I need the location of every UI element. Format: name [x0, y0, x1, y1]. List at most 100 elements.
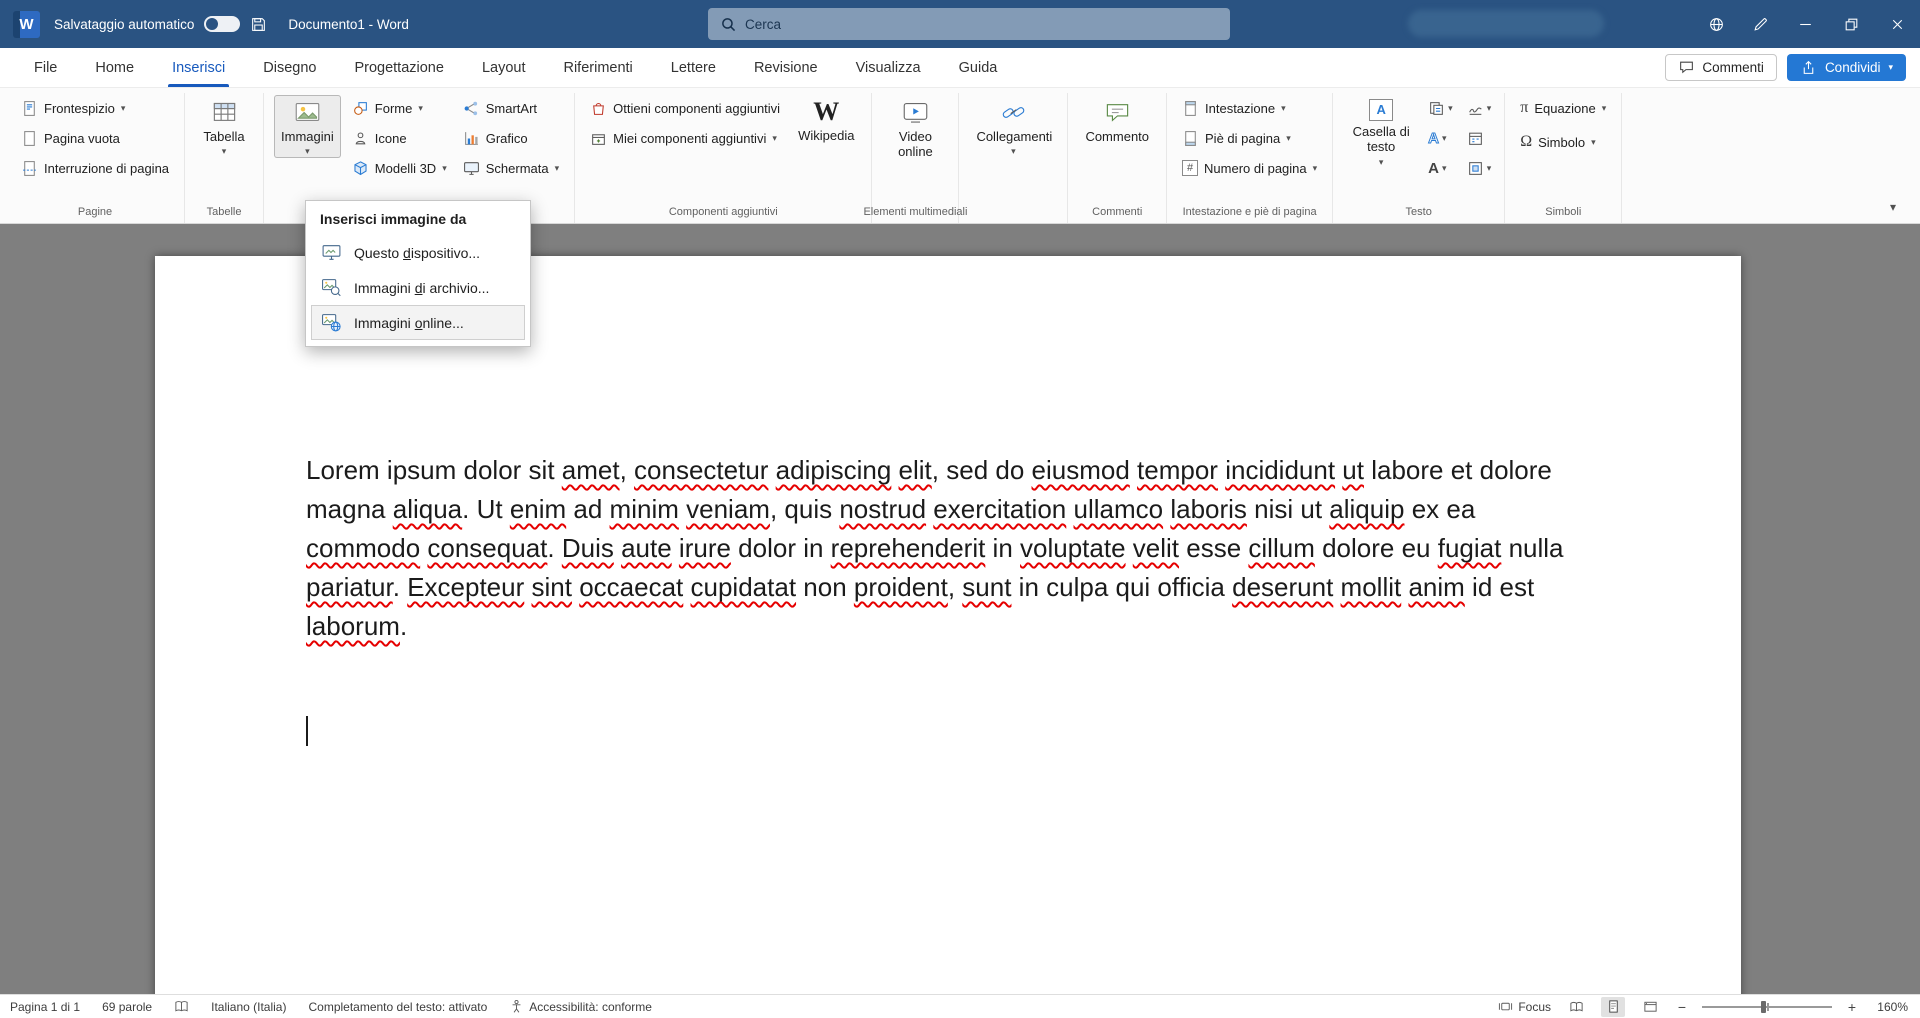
text-run[interactable]: in culpa qui officia	[1011, 572, 1232, 602]
misspelled-word[interactable]: velit	[1133, 533, 1179, 563]
read-mode-button[interactable]	[1564, 997, 1588, 1017]
online-video-button[interactable]: Video online	[882, 95, 948, 162]
tab-disegno[interactable]: Disegno	[261, 48, 318, 87]
text-box-button[interactable]: A Casella di testo ▾	[1343, 95, 1419, 169]
misspelled-word[interactable]: enim	[510, 494, 566, 524]
text-run[interactable]	[891, 455, 898, 485]
text-run[interactable]: , quis	[770, 494, 839, 524]
text-run[interactable]: non	[796, 572, 854, 602]
table-button[interactable]: Tabella ▾	[195, 95, 253, 158]
equation-button[interactable]: π Equazione ▾	[1515, 95, 1611, 121]
symbol-button[interactable]: Ω Simbolo ▾	[1515, 129, 1611, 155]
links-button[interactable]: Collegamenti ▾	[969, 95, 1057, 158]
get-addins-button[interactable]: Ottieni componenti aggiuntivi	[585, 95, 785, 121]
misspelled-word[interactable]: adipiscing	[776, 455, 892, 485]
page-break-button[interactable]: Interruzione di pagina	[16, 155, 174, 181]
misspelled-word[interactable]: Excepteur	[407, 572, 524, 602]
document-page[interactable]: Lorem ipsum dolor sit amet, consectetur …	[155, 256, 1741, 994]
document-paragraph[interactable]: Lorem ipsum dolor sit amet, consectetur …	[306, 451, 1576, 646]
text-run[interactable]: dolore eu	[1315, 533, 1438, 563]
misspelled-word[interactable]: deserunt	[1232, 572, 1333, 602]
shapes-button[interactable]: Forme ▾	[347, 95, 452, 121]
misspelled-word[interactable]: commodo	[306, 533, 420, 563]
header-button[interactable]: Intestazione ▾	[1177, 95, 1322, 121]
object-button[interactable]: ▾	[1464, 155, 1495, 181]
text-run[interactable]	[1066, 494, 1073, 524]
blank-page-button[interactable]: Pagina vuota	[16, 125, 174, 151]
text-run[interactable]	[524, 572, 531, 602]
misspelled-word[interactable]: aute	[621, 533, 672, 563]
menu-item-this-device[interactable]: Questo dispositivo...	[311, 235, 525, 270]
misspelled-word[interactable]: eiusmod	[1032, 455, 1130, 485]
misspelled-word[interactable]: proident	[854, 572, 948, 602]
restore-button[interactable]	[1828, 0, 1874, 48]
text-run[interactable]: ad	[566, 494, 609, 524]
menu-item-online-pictures[interactable]: Immagini online...	[311, 305, 525, 340]
proofing-button[interactable]	[174, 999, 189, 1014]
text-run[interactable]: nisi ut	[1247, 494, 1329, 524]
tab-progettazione[interactable]: Progettazione	[352, 48, 445, 87]
misspelled-word[interactable]: tempor	[1137, 455, 1218, 485]
misspelled-word[interactable]: sunt	[962, 572, 1011, 602]
tab-lettere[interactable]: Lettere	[669, 48, 718, 87]
misspelled-word[interactable]: incididunt	[1225, 455, 1335, 485]
misspelled-word[interactable]: Duis	[562, 533, 614, 563]
word-count[interactable]: 69 parole	[102, 1000, 152, 1014]
my-addins-button[interactable]: Miei componenti aggiuntivi ▾	[585, 125, 785, 151]
autosave-toggle[interactable]	[204, 16, 240, 32]
zoom-knob[interactable]	[1761, 1001, 1766, 1013]
network-button[interactable]	[1694, 0, 1738, 48]
text-run[interactable]: id est	[1465, 572, 1534, 602]
misspelled-word[interactable]: laboris	[1170, 494, 1247, 524]
cover-page-button[interactable]: Frontespizio ▾	[16, 95, 174, 121]
misspelled-word[interactable]: sint	[532, 572, 572, 602]
misspelled-word[interactable]: exercitation	[933, 494, 1066, 524]
misspelled-word[interactable]: anim	[1408, 572, 1464, 602]
text-run[interactable]: ex ea	[1404, 494, 1475, 524]
misspelled-word[interactable]: cupidatat	[691, 572, 797, 602]
minimize-button[interactable]	[1782, 0, 1828, 48]
word-app-icon[interactable]: W	[13, 11, 40, 38]
drop-cap-button[interactable]: A ▾	[1425, 155, 1456, 181]
share-button[interactable]: Condividi ▾	[1787, 54, 1906, 81]
misspelled-word[interactable]: mollit	[1341, 572, 1402, 602]
3d-models-button[interactable]: Modelli 3D ▾	[347, 155, 452, 181]
menu-item-stock-images[interactable]: Immagini di archivio...	[311, 270, 525, 305]
misspelled-word[interactable]: voluptate	[1020, 533, 1126, 563]
language-indicator[interactable]: Italiano (Italia)	[211, 1000, 286, 1014]
misspelled-word[interactable]: veniam	[686, 494, 770, 524]
focus-mode-button[interactable]: Focus	[1498, 999, 1551, 1014]
misspelled-word[interactable]: irure	[679, 533, 731, 563]
text-run[interactable]: ,	[948, 572, 962, 602]
date-time-button[interactable]	[1464, 125, 1495, 151]
tab-file[interactable]: File	[32, 48, 59, 87]
page-indicator[interactable]: Pagina 1 di 1	[10, 1000, 80, 1014]
text-run[interactable]	[672, 533, 679, 563]
text-run[interactable]: ,	[620, 455, 634, 485]
signature-line-button[interactable]: ▾	[1464, 95, 1495, 121]
wikipedia-button[interactable]: W Wikipedia	[791, 95, 861, 145]
accessibility-indicator[interactable]: Accessibilità: conforme	[509, 999, 652, 1014]
text-run[interactable]: .	[400, 611, 407, 641]
tab-visualizza[interactable]: Visualizza	[854, 48, 923, 87]
zoom-level[interactable]: 160%	[1872, 1000, 1908, 1014]
web-layout-button[interactable]	[1638, 997, 1662, 1017]
text-run[interactable]	[1130, 455, 1137, 485]
misspelled-word[interactable]: pariatur	[306, 572, 393, 602]
text-run[interactable]: dolor in	[731, 533, 831, 563]
tab-guida[interactable]: Guida	[957, 48, 1000, 87]
print-layout-button[interactable]	[1601, 997, 1625, 1017]
text-run[interactable]: esse	[1179, 533, 1248, 563]
icons-button[interactable]: Icone	[347, 125, 452, 151]
misspelled-word[interactable]: ut	[1342, 455, 1364, 485]
misspelled-word[interactable]: fugiat	[1438, 533, 1502, 563]
save-button[interactable]	[240, 0, 276, 48]
wordart-button[interactable]: A ▾	[1425, 125, 1456, 151]
text-run[interactable]: nulla	[1501, 533, 1563, 563]
text-run[interactable]: Lorem ipsum dolor sit	[306, 455, 562, 485]
text-run[interactable]: . Ut	[462, 494, 510, 524]
misspelled-word[interactable]: amet	[562, 455, 620, 485]
misspelled-word[interactable]: consectetur	[634, 455, 768, 485]
zoom-slider[interactable]	[1702, 1000, 1832, 1014]
zoom-in-button[interactable]: +	[1845, 999, 1859, 1015]
